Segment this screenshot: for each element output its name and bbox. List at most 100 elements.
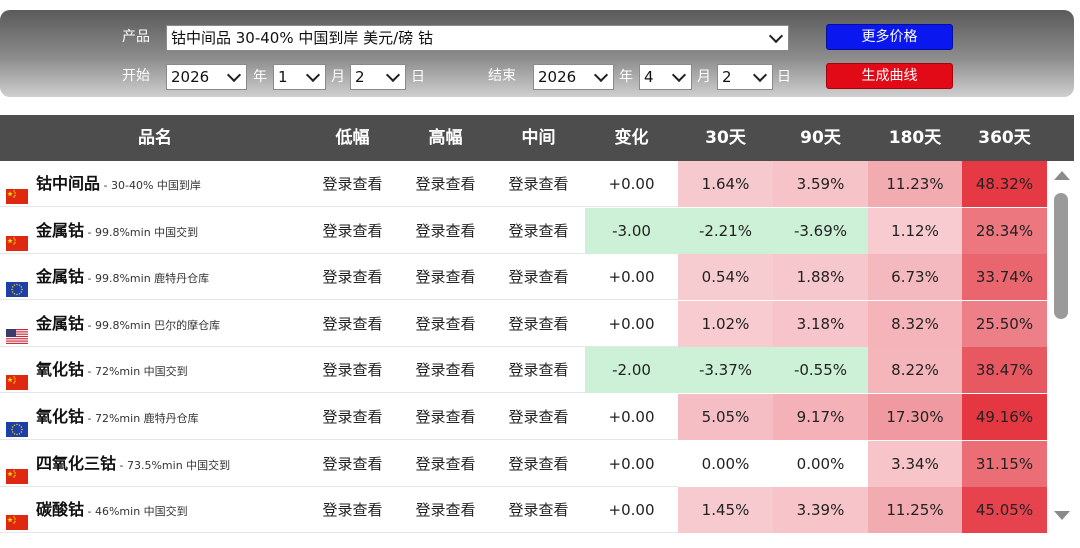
cell-180d: 1.12% — [868, 207, 962, 254]
cell-30d: 1.45% — [678, 487, 773, 534]
cn-flag-icon — [6, 456, 28, 484]
start-year-unit: 年 — [253, 69, 267, 85]
table-row[interactable]: 氧化钴 - 72%min 中国交到 登录查看 登录查看 登录查看 -2.00 -3.37%… — [0, 347, 1047, 394]
cell-180d: 11.23% — [868, 161, 962, 207]
table-row[interactable]: 碳酸钴 - 46%min 中国交到 登录查看 登录查看 登录查看 +0.00 1.45% 3… — [0, 487, 1047, 534]
cell-90d: -3.69% — [773, 207, 868, 254]
cell-product[interactable]: 氧化钴 - 72%min 中国交到 — [0, 347, 310, 393]
cell-180d: 11.25% — [868, 487, 962, 534]
cell-change: +0.00 — [608, 501, 655, 520]
end-year-unit: 年 — [619, 69, 633, 85]
scrollbar[interactable] — [1049, 161, 1074, 534]
cell-30d: 1.02% — [678, 300, 773, 347]
cell-low[interactable]: 登录查看 — [306, 394, 399, 440]
table-row[interactable]: 金属钴 - 99.8%min 中国交到 登录查看 登录查看 登录查看 -3.00 -2.2… — [0, 207, 1047, 254]
start-day-select[interactable]: 2 — [350, 64, 406, 90]
cell-90d: 3.59% — [773, 161, 868, 207]
cell-high[interactable]: 登录查看 — [399, 394, 492, 440]
cell-change: -3.00 — [585, 207, 678, 254]
cell-product[interactable]: 金属钴 - 99.8%min 鹿特丹仓库 — [0, 254, 310, 300]
header-change: 变化 — [614, 128, 649, 148]
end-month-unit: 月 — [697, 69, 711, 85]
chevron-down-icon — [593, 67, 609, 83]
table-row[interactable]: 金属钴 - 99.8%min 鹿特丹仓库 登录查看 登录查看 登录查看 +0.00 0.5… — [0, 254, 1047, 301]
cell-change: +0.00 — [608, 408, 655, 426]
cell-30d: 1.64% — [678, 161, 773, 207]
header-low: 低幅 — [335, 128, 370, 148]
product-spec: - 72%min 中国交到 — [84, 365, 188, 379]
end-year-select[interactable]: 2026 — [533, 64, 614, 90]
cell-product[interactable]: 钴中间品 - 30-40% 中国到岸 — [0, 161, 310, 207]
more-prices-button[interactable]: 更多价格 — [826, 24, 953, 50]
cell-high[interactable]: 登录查看 — [399, 347, 492, 393]
cell-30d: -2.21% — [678, 207, 773, 254]
cell-change: +0.00 — [608, 454, 655, 473]
cell-high[interactable]: 登录查看 — [399, 487, 492, 533]
header-name: 品名 — [138, 128, 172, 148]
cell-product[interactable]: 金属钴 - 99.8%min 中国交到 — [0, 208, 310, 254]
table-row[interactable]: 氧化钴 - 72%min 鹿特丹仓库 登录查看 登录查看 登录查看 +0.00 5.05%… — [0, 394, 1047, 440]
table-row[interactable]: 四氧化三钴 - 73.5%min 中国交到 登录查看 登录查看 登录查看 +0.00 0.… — [0, 440, 1047, 487]
cell-product[interactable]: 碳酸钴 - 46%min 中国交到 — [0, 487, 310, 533]
cell-high[interactable]: 登录查看 — [399, 161, 492, 207]
cell-low[interactable]: 登录查看 — [306, 208, 399, 254]
cell-mid[interactable]: 登录查看 — [492, 208, 585, 254]
start-day-value: 2 — [355, 68, 365, 86]
cell-low[interactable]: 登录查看 — [306, 301, 399, 347]
cell-mid[interactable]: 登录查看 — [492, 347, 585, 393]
start-month-select[interactable]: 1 — [273, 64, 326, 90]
header-90d: 90天 — [800, 128, 841, 148]
cell-180d: 8.32% — [868, 300, 962, 347]
cell-180d: 17.30% — [868, 394, 962, 440]
cell-mid[interactable]: 登录查看 — [492, 301, 585, 347]
chevron-down-icon — [768, 28, 784, 44]
product-select-value: 钴中间品 30-40% 中国到岸 美元/磅 钴 — [171, 29, 433, 47]
cell-mid[interactable]: 登录查看 — [492, 441, 585, 487]
cell-low[interactable]: 登录查看 — [306, 347, 399, 393]
generate-curve-button[interactable]: 生成曲线 — [826, 63, 953, 89]
cell-mid[interactable]: 登录查看 — [492, 254, 585, 300]
cell-change: +0.00 — [608, 314, 655, 333]
end-day-select[interactable]: 2 — [717, 64, 773, 90]
cell-90d: 9.17% — [773, 394, 868, 440]
cell-low[interactable]: 登录查看 — [306, 161, 399, 207]
cell-30d: 0.54% — [678, 254, 773, 301]
cell-low[interactable]: 登录查看 — [306, 254, 399, 300]
scrollbar-thumb[interactable] — [1054, 193, 1068, 319]
cell-product[interactable]: 四氧化三钴 - 73.5%min 中国交到 — [0, 441, 310, 487]
cell-90d: 1.88% — [773, 254, 868, 301]
cell-low[interactable]: 登录查看 — [306, 487, 399, 533]
start-label: 开始 — [122, 68, 150, 84]
cell-low[interactable]: 登录查看 — [306, 441, 399, 487]
cell-mid[interactable]: 登录查看 — [492, 394, 585, 440]
header-360d: 360天 — [978, 128, 1031, 148]
product-spec: - 99.8%min 巴尔的摩仓库 — [84, 318, 221, 332]
product-spec: - 30-40% 中国到岸 — [100, 179, 201, 192]
end-day-value: 2 — [722, 68, 732, 86]
cell-mid[interactable]: 登录查看 — [492, 487, 585, 533]
cn-flag-icon — [6, 176, 28, 204]
cell-product[interactable]: 氧化钴 - 72%min 鹿特丹仓库 — [0, 394, 310, 440]
start-month-unit: 月 — [331, 69, 345, 85]
cell-360d: 45.05% — [962, 487, 1047, 534]
cell-product[interactable]: 金属钴 - 99.8%min 巴尔的摩仓库 — [0, 301, 310, 347]
cell-30d: 0.00% — [678, 440, 773, 487]
table-row[interactable]: 钴中间品 - 30-40% 中国到岸 登录查看 登录查看 登录查看 +0.00 1.64%… — [0, 161, 1047, 207]
cell-high[interactable]: 登录查看 — [399, 301, 492, 347]
product-name-text: 金属钴 — [36, 267, 85, 287]
cell-mid[interactable]: 登录查看 — [492, 161, 585, 207]
cell-high[interactable]: 登录查看 — [399, 254, 492, 300]
product-name-text: 四氧化三钴 — [36, 453, 117, 473]
end-month-select[interactable]: 4 — [639, 64, 692, 90]
cell-high[interactable]: 登录查看 — [399, 208, 492, 254]
product-spec: - 73.5%min 中国交到 — [116, 458, 231, 472]
cell-90d: -0.55% — [773, 347, 868, 394]
scroll-down-arrow-icon[interactable] — [1054, 511, 1070, 520]
table-row[interactable]: 金属钴 - 99.8%min 巴尔的摩仓库 登录查看 登录查看 登录查看 +0.00 1.… — [0, 300, 1047, 347]
start-year-select[interactable]: 2026 — [166, 64, 247, 90]
scroll-up-arrow-icon[interactable] — [1054, 171, 1070, 180]
chevron-down-icon — [226, 67, 242, 83]
cell-high[interactable]: 登录查看 — [399, 441, 492, 487]
product-select[interactable]: 钴中间品 30-40% 中国到岸 美元/磅 钴 — [166, 25, 789, 51]
product-name: 钴中间品 - 30-40% 中国到岸 — [36, 161, 201, 209]
